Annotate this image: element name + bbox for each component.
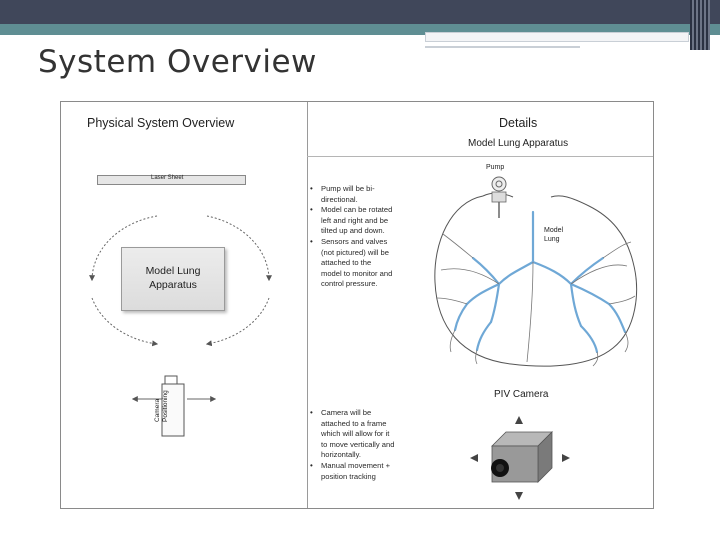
lung-drawing <box>434 176 638 367</box>
camera-bullet-list: Camera will be attached to a frame which… <box>309 408 395 482</box>
system-diagram: Physical System Overview Laser Sheet Mod… <box>60 101 654 509</box>
panel-divider <box>307 102 308 508</box>
model-box-line2: Apparatus <box>149 279 197 291</box>
up-arrow-icon <box>515 416 523 424</box>
piv-camera-heading: PIV Camera <box>494 389 549 400</box>
camera-bullet-item: Manual movement + position tracking <box>309 461 395 482</box>
details-subheading: Model Lung Apparatus <box>468 138 569 149</box>
camera-label-line1: Camera <box>154 398 161 422</box>
details-divider <box>307 156 653 157</box>
down-arrow-icon <box>515 492 523 500</box>
lung-bullet-list: Pump will be bi-directional. Model can b… <box>309 184 393 290</box>
model-lung-box: Model Lung Apparatus <box>121 247 225 311</box>
camera-label-line2: Positioning <box>161 390 169 422</box>
lung-bullet-item: Sensors and valves (not pictured) will b… <box>309 237 393 290</box>
model-lung-label-line2: Lung <box>544 236 560 243</box>
lung-bullet-item: Pump will be bi-directional. <box>309 184 393 205</box>
model-box-line1: Model Lung <box>145 265 201 277</box>
left-arrow-icon <box>470 454 478 462</box>
header-bar <box>0 0 720 24</box>
model-lung-label: Model Lung <box>544 226 563 244</box>
camera-bullet-item: Camera will be attached to a frame which… <box>309 408 395 461</box>
slide-title: System Overview <box>38 44 317 80</box>
piv-camera-drawing <box>470 416 570 500</box>
model-lung-label-line1: Model <box>544 227 564 234</box>
pump-label: Pump <box>486 164 505 171</box>
header-stripes <box>690 0 710 50</box>
right-arrow-icon <box>562 454 570 462</box>
camera-positioning-label: Camera Positioning <box>154 390 169 422</box>
lung-bullet-item: Model can be rotated left and right and … <box>309 205 393 237</box>
details-heading: Details <box>499 116 538 130</box>
header-accent-line <box>425 46 580 48</box>
header-accent-box <box>425 32 689 42</box>
